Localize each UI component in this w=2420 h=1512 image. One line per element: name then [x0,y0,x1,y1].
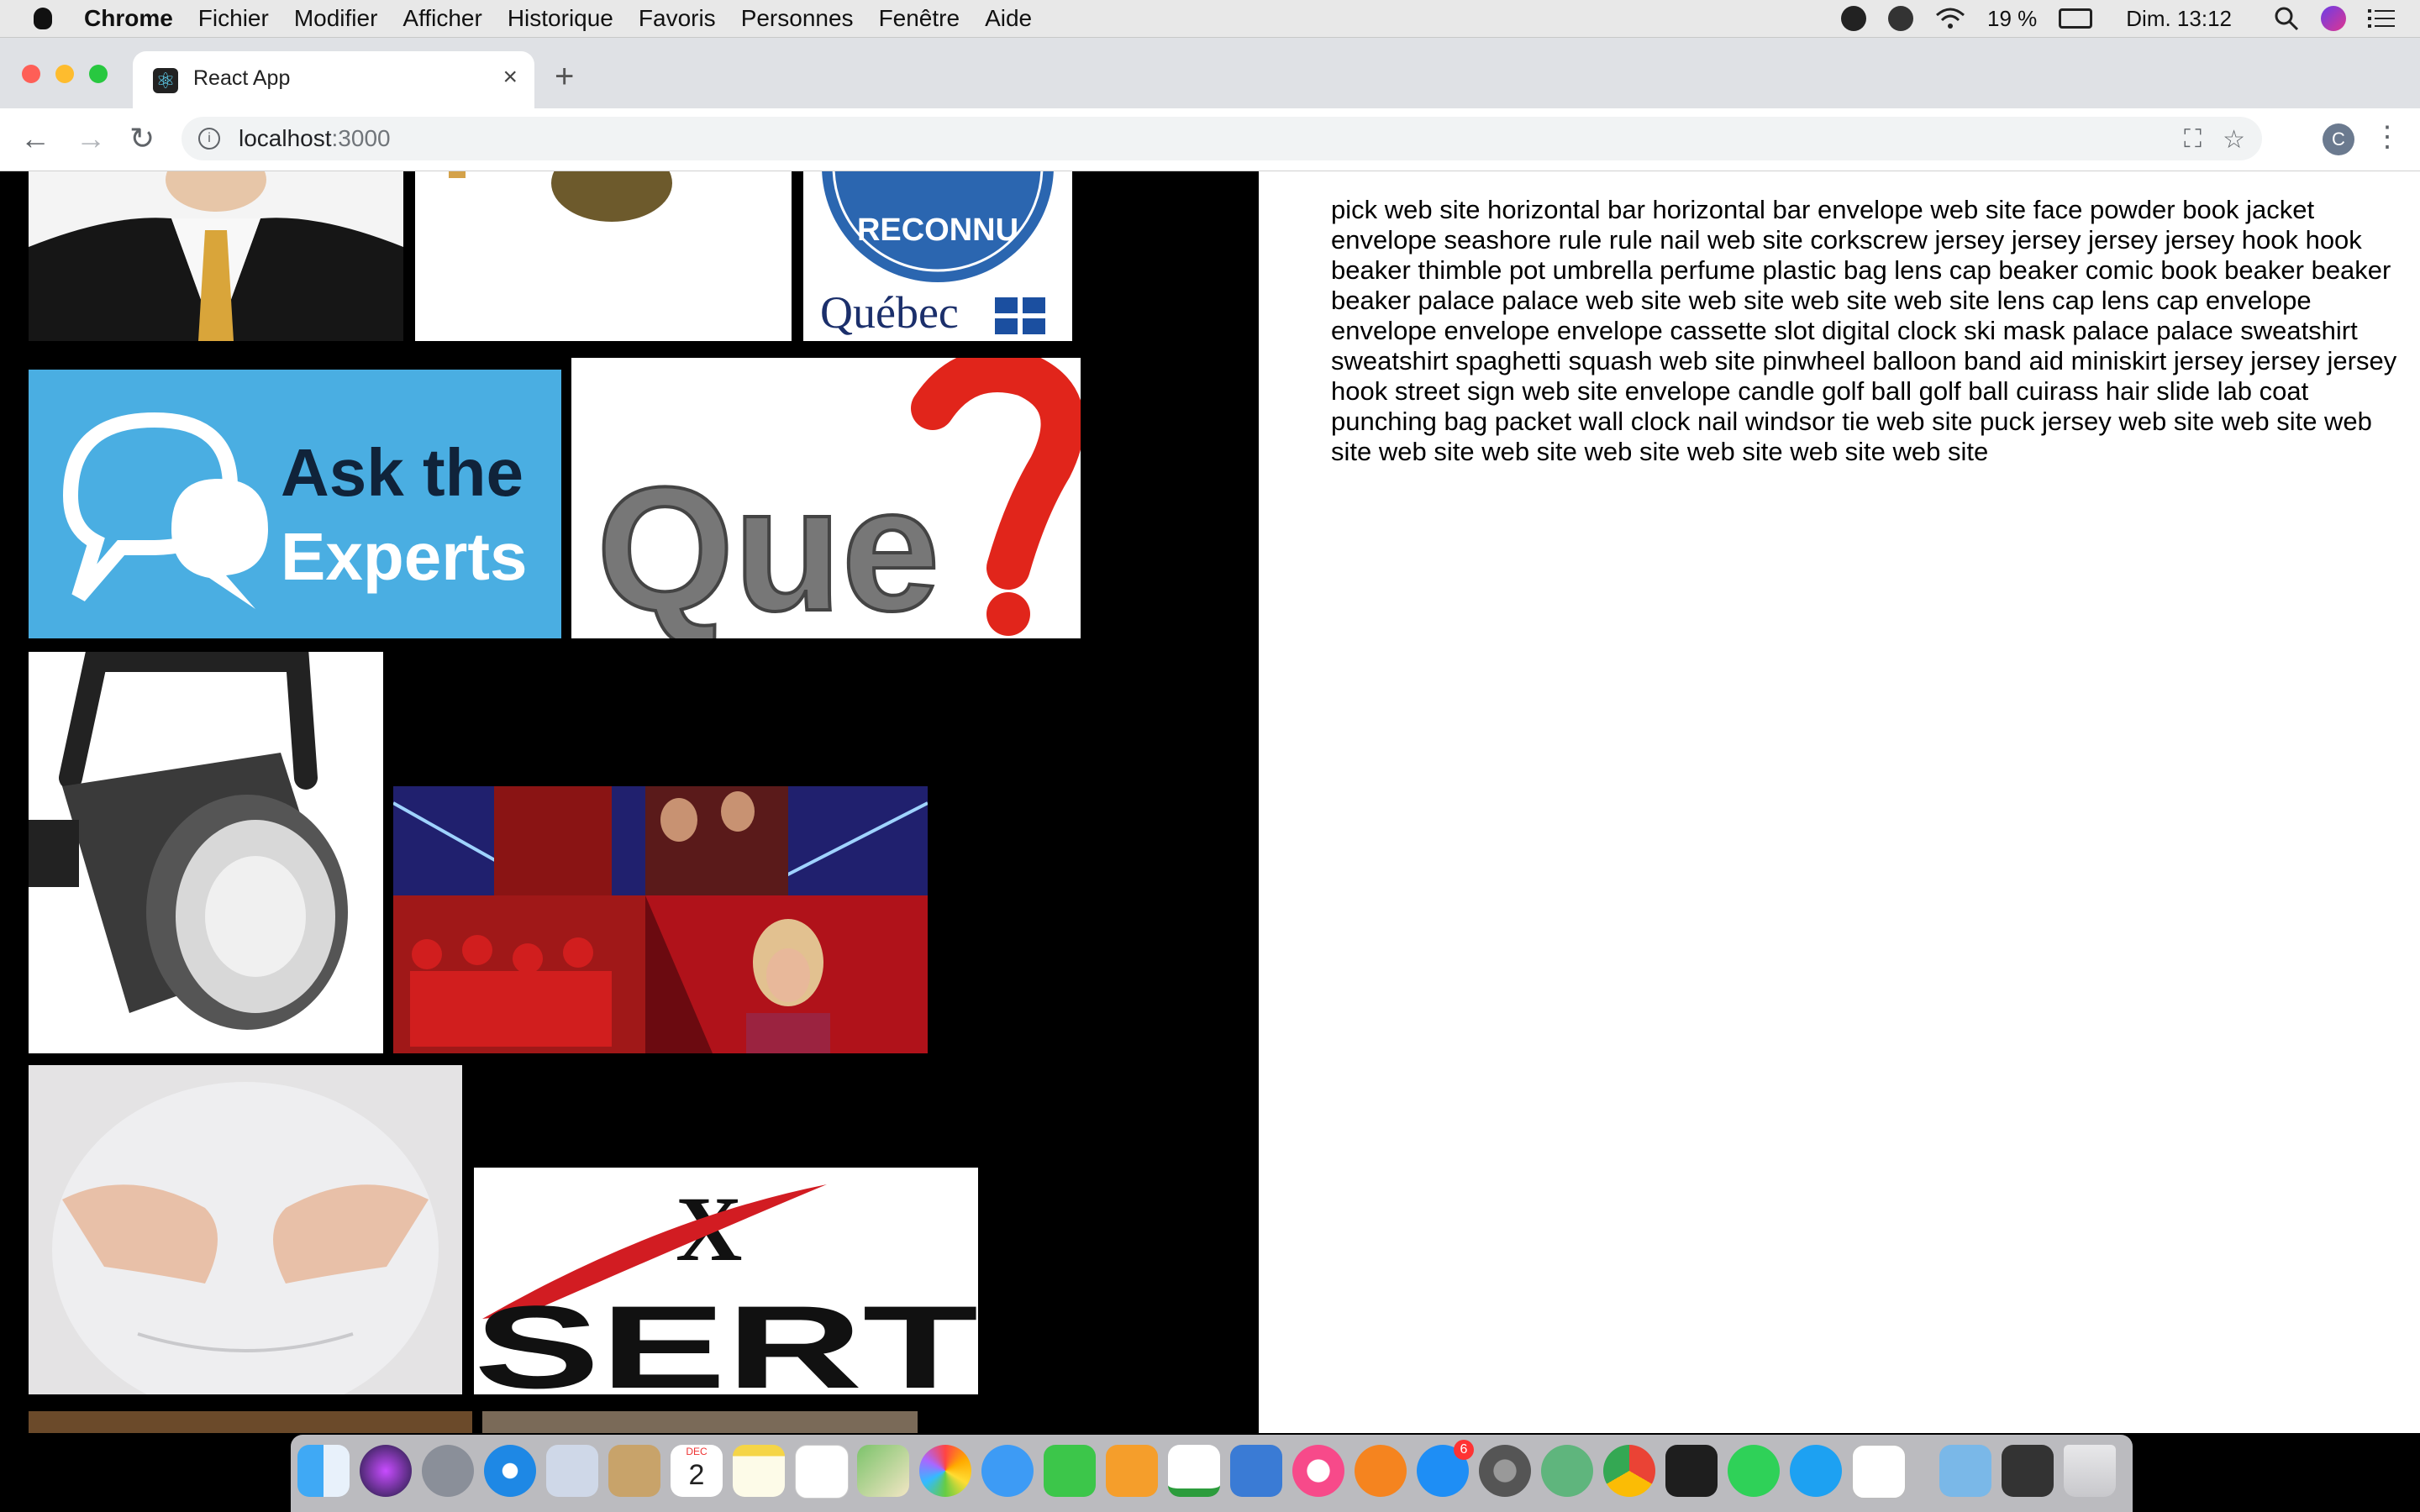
back-arrow-icon[interactable]: ← [20,122,50,155]
new-tab-icon[interactable]: + [555,60,574,93]
menu-favoris[interactable]: Favoris [639,5,716,32]
gallery-image-talent-show[interactable] [393,786,928,1053]
spotlight-search-icon[interactable] [2274,6,2299,31]
keynote-icon[interactable] [1230,1445,1282,1497]
menu-app-name[interactable]: Chrome [84,5,173,32]
gallery-image-bottom-right[interactable] [482,1411,918,1433]
apple-menu-icon[interactable] [34,8,52,29]
browser-toolbar: ← → ↻ i localhost:3000 ⛶ ☆ C ⋮ [0,108,2420,171]
chrome-menu-icon[interactable]: ⋮ [2373,120,2402,154]
battery-percent: 19 % [1987,5,2038,31]
detected-labels-text: pick web site horizontal bar horizontal … [1331,195,2397,466]
siri-dock-icon[interactable] [360,1445,412,1497]
experts-text: Experts [281,519,527,594]
page-viewport: RECONNU Québec Ask the Experts Que SERT … [0,171,2420,1433]
notes-icon[interactable] [733,1445,785,1497]
reminders-icon[interactable] [795,1445,849,1499]
bookmark-star-icon[interactable]: ☆ [2223,125,2245,155]
gallery-image-xsert-logo[interactable]: X SERT [474,1168,978,1394]
typora-icon[interactable] [1852,1445,1906,1499]
maps-icon[interactable] [857,1445,909,1497]
translate-icon[interactable]: ⛶ [2184,125,2202,154]
gallery-image-ask-the-experts[interactable]: Ask the Experts [29,370,561,638]
menu-afficher[interactable]: Afficher [402,5,481,32]
contacts-icon[interactable] [608,1445,660,1497]
gallery-image-stage-light[interactable] [29,652,383,1053]
gallery-image-quebec-logo[interactable]: RECONNU Québec [803,171,1072,341]
menu-fenetre[interactable]: Fenêtre [879,5,960,32]
tab-close-icon[interactable]: × [502,63,518,92]
calendar-month: DEC [686,1446,708,1457]
system-preferences-icon[interactable] [1479,1445,1531,1497]
downloads-folder-icon[interactable] [1939,1445,1991,1497]
finder-icon[interactable] [297,1445,350,1497]
tab-title: React App [193,66,291,90]
itunes-icon[interactable] [1292,1445,1344,1497]
battery-icon[interactable] [2059,8,2093,29]
mail-bird-icon[interactable] [546,1445,598,1497]
react-favicon-icon: ⚛ [153,68,178,93]
gallery-image-que-question[interactable]: Que [571,358,1081,638]
window-zoom-button[interactable] [89,65,108,83]
reload-icon[interactable]: ↻ [129,122,155,155]
screenshots-stack-icon[interactable] [2002,1445,2054,1497]
pages-icon[interactable] [1106,1445,1158,1497]
photos-icon[interactable] [919,1445,971,1497]
safari-icon[interactable] [484,1445,536,1497]
numbers-icon[interactable] [1168,1445,1220,1497]
whatsapp-icon[interactable] [1728,1445,1780,1497]
window-close-button[interactable] [22,65,40,83]
calendar-icon[interactable]: DEC 2 [671,1445,723,1497]
menu-fichier[interactable]: Fichier [198,5,269,32]
skype-dock-icon[interactable] [1790,1445,1842,1497]
trash-icon[interactable] [2064,1445,2116,1497]
atom-icon[interactable] [1541,1445,1593,1497]
xsert-text: SERT [474,1281,978,1394]
chrome-dock-icon[interactable] [1603,1445,1655,1497]
facetime-icon[interactable] [1044,1445,1096,1497]
app-store-icon[interactable]: 6 [1417,1440,1474,1497]
notification-center-icon[interactable] [2368,8,2395,29]
menu-aide[interactable]: Aide [985,5,1032,32]
ibooks-icon[interactable] [1355,1445,1407,1497]
browser-tab-active[interactable]: ⚛ React App × [133,51,534,108]
macos-dock: DEC 2 6 [291,1435,2133,1512]
classification-results-pane: pick web site horizontal bar horizontal … [1259,171,2420,1433]
messages-icon[interactable] [981,1445,1034,1497]
gallery-image-bottom-left[interactable] [29,1411,472,1433]
gallery-image-round-object[interactable] [415,171,792,341]
que-text: Que [597,450,939,638]
calendar-day: 2 [688,1459,705,1491]
menu-historique[interactable]: Historique [508,5,613,32]
clock[interactable]: Dim. 13:12 [2126,6,2232,32]
url-text[interactable]: localhost:3000 [239,125,391,152]
window-minimize-button[interactable] [55,65,74,83]
creative-cloud-icon[interactable] [1888,6,1913,31]
skype-status-icon[interactable] [1841,6,1866,31]
app-store-badge: 6 [1454,1440,1474,1460]
forward-arrow-icon[interactable]: → [76,122,106,155]
menu-modifier[interactable]: Modifier [294,5,378,32]
browser-tab-strip: ⚛ React App × + [0,38,2420,108]
ask-the-text: Ask the [281,435,523,510]
gallery-image-businessman[interactable] [29,171,403,341]
menu-personnes[interactable]: Personnes [741,5,854,32]
reconnu-label: RECONNU [857,213,1018,248]
image-gallery-pane: RECONNU Québec Ask the Experts Que SERT [0,171,1259,1433]
macos-menu-bar: Chrome Fichier Modifier Afficher Histori… [0,0,2420,38]
quebec-label: Québec [820,287,959,338]
site-info-icon[interactable]: i [198,128,220,150]
siri-icon[interactable] [2321,6,2346,31]
gallery-image-stomach-hands[interactable] [29,1065,462,1394]
profile-avatar[interactable]: C [2323,123,2354,155]
wifi-icon[interactable] [1935,7,1965,30]
status-menu-area: 19 % Dim. 13:12 [1841,0,2395,37]
address-bar[interactable]: i localhost:3000 ⛶ ☆ [182,117,2262,160]
terminal-icon[interactable] [1665,1445,1718,1497]
launchpad-icon[interactable] [422,1445,474,1497]
